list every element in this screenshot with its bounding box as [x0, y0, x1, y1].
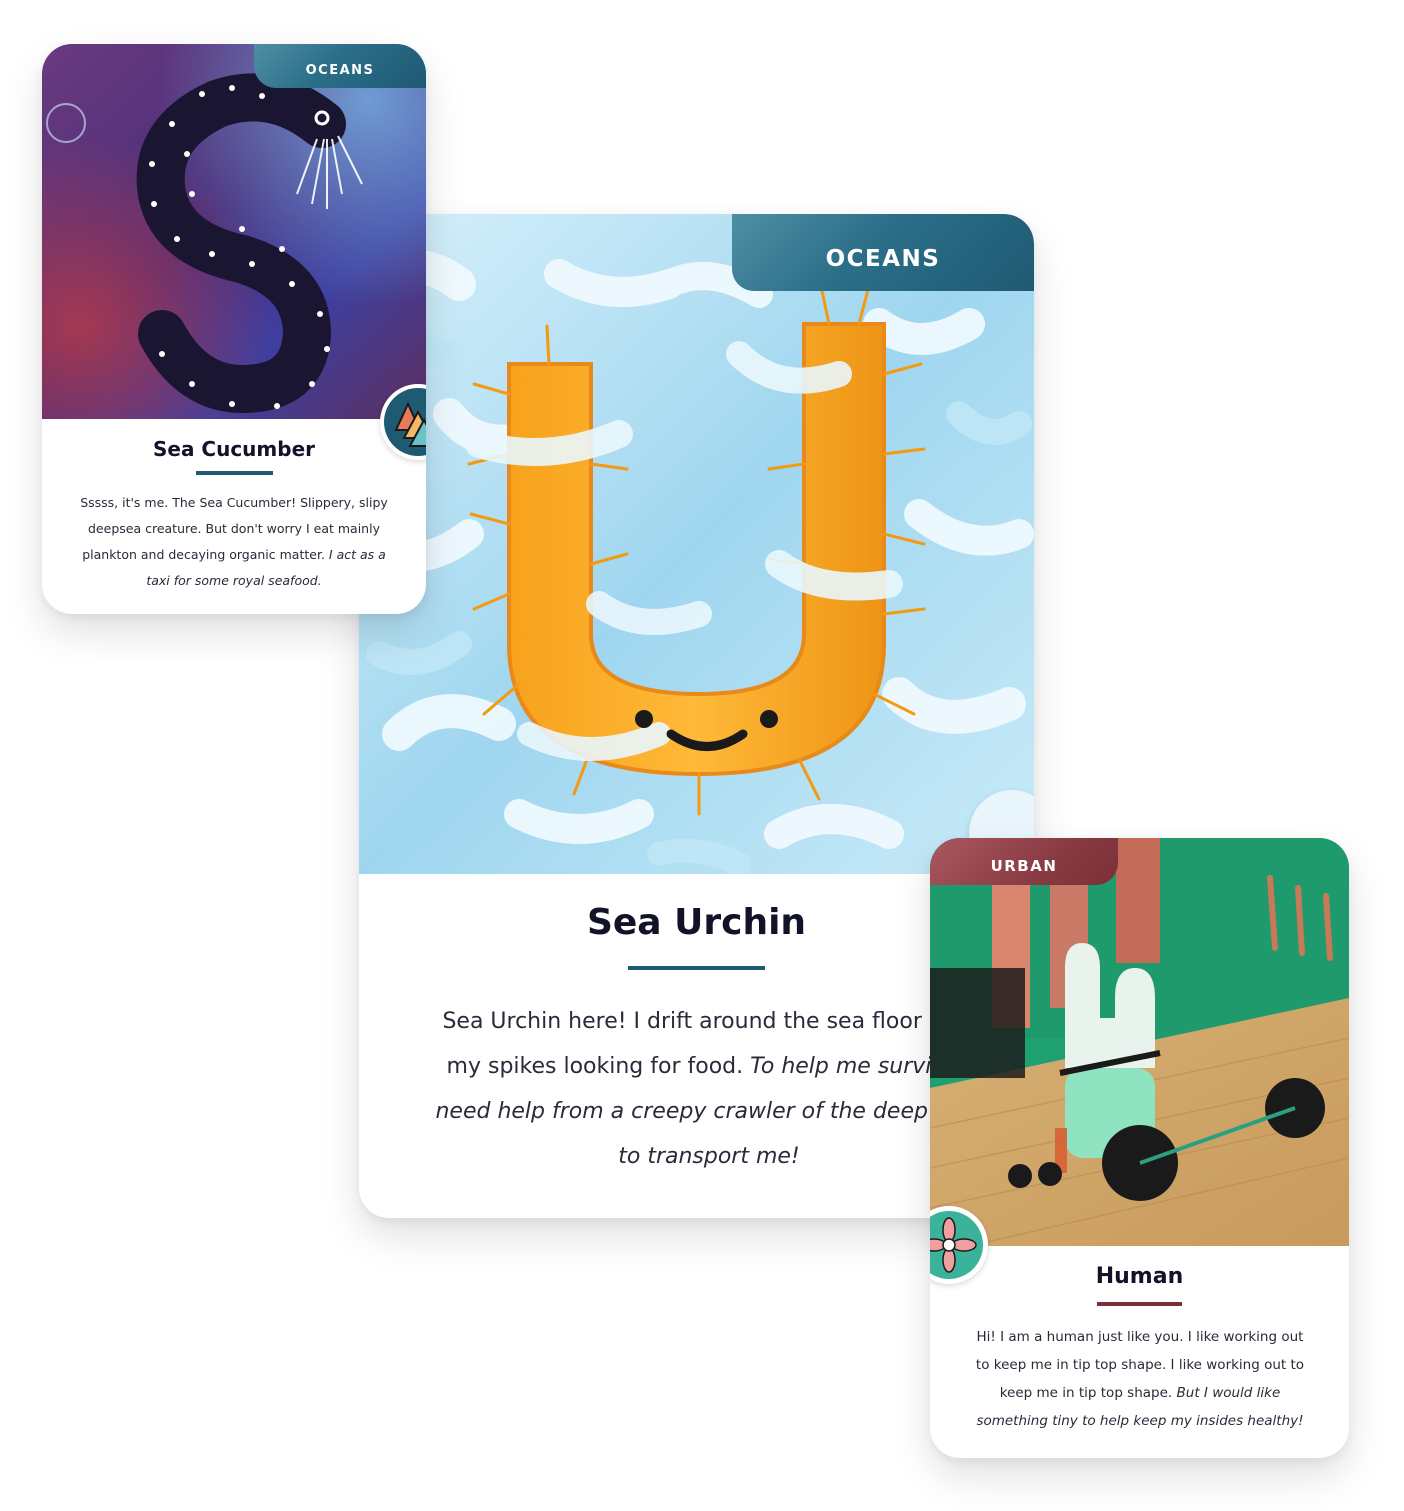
category-tag-oceans: OCEANS [254, 44, 426, 88]
sea-cucumber-image [42, 44, 426, 419]
card-description: Hi! I am a human just like you. I like w… [968, 1323, 1312, 1435]
card-description: Sssss, it's me. The Sea Cucumber! Slippe… [78, 490, 390, 594]
card-title: Human [1095, 1264, 1184, 1289]
card-description: Sea Urchin here! I drift around the sea … [429, 999, 989, 1179]
title-underline [628, 966, 765, 970]
human-image [930, 838, 1349, 1246]
category-tag-urban: URBAN [930, 838, 1118, 885]
sea-urchin-image [359, 214, 1034, 874]
sea-cucumber-card[interactable]: OCEANS Sea Cucumber Sssss, it's me. The … [42, 44, 426, 614]
category-tag-oceans: OCEANS [732, 214, 1034, 291]
title-underline [1097, 1302, 1182, 1306]
title-underline [196, 471, 273, 475]
human-card[interactable]: URBAN Human Hi! I am a human just like y… [930, 838, 1349, 1458]
card-title: Sea Cucumber [152, 437, 316, 461]
